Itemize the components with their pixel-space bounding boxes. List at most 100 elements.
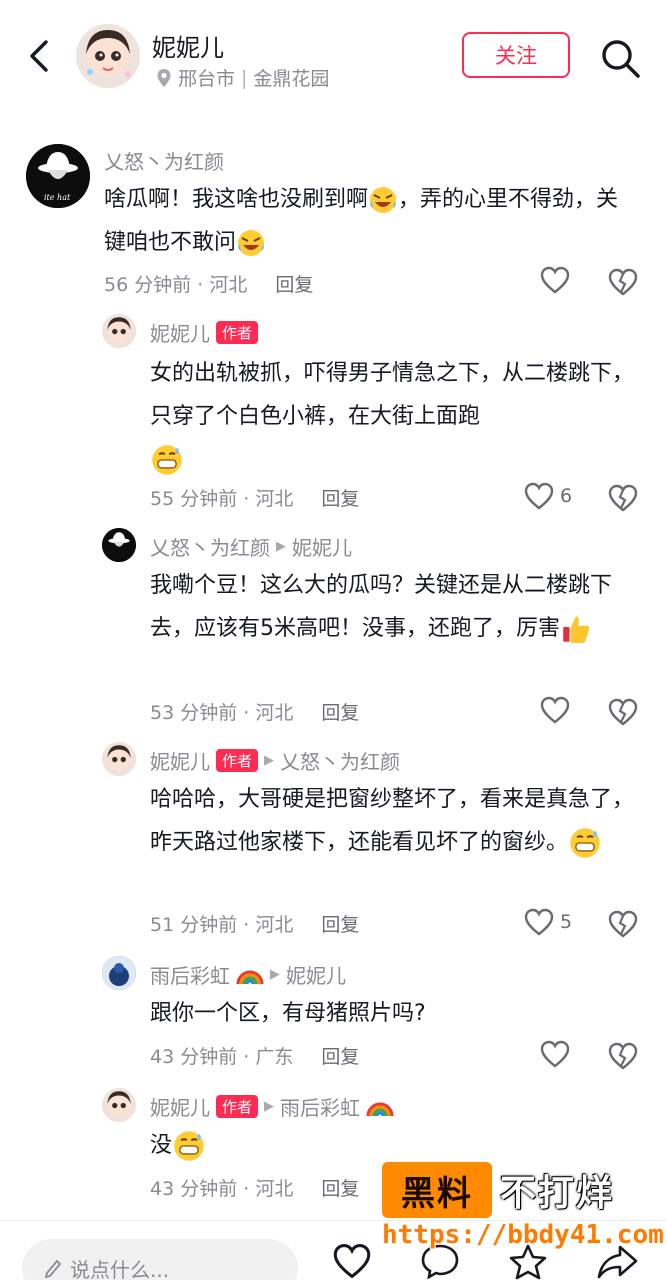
author-location: 邢台市 | 金鼎花园 [156, 64, 329, 91]
commenter-name-row: 乂怒丶为红颜 ▶ 妮妮儿 [150, 532, 352, 561]
thumbs-up-emoji-icon [563, 616, 590, 643]
location-place: 金鼎花园 [253, 68, 330, 90]
comment-input-placeholder: 说点什么... [70, 1257, 170, 1280]
commenter-name[interactable]: 妮妮儿 [150, 1092, 210, 1121]
commenter-avatar[interactable] [102, 956, 136, 990]
commenter-avatar[interactable] [102, 742, 136, 776]
heart-icon [540, 696, 570, 724]
like-button[interactable] [540, 1040, 576, 1068]
heart-icon [540, 1040, 570, 1068]
comment-text-part: 女的出轨被抓，吓得男子情急之下，从二楼跳下，只穿了个白色小裤，在大街上面跑 [150, 361, 635, 429]
reply-to-arrow-icon: ▶ [264, 753, 275, 768]
heart-icon[interactable] [332, 1243, 372, 1279]
comment-meta: 55 分钟前 · 河北 回复 [150, 484, 359, 511]
reply-button[interactable]: 回复 [321, 484, 359, 511]
comment-time-location: 43 分钟前 · 河北 [150, 1178, 294, 1200]
comment-meta: 51 分钟前 · 河北 回复 [150, 910, 359, 937]
grin-sweat-emoji-icon [174, 1131, 204, 1161]
comment-text-part: 啥瓜啊！我这啥也没刷到啊 [104, 187, 369, 212]
comment-meta: 43 分钟前 · 河北 回复 [150, 1174, 359, 1201]
broken-heart-icon[interactable] [608, 1042, 638, 1070]
rainbow-emoji-icon [366, 1102, 394, 1116]
watermark-url: https://bbdy41.com [382, 1220, 664, 1250]
broken-heart-icon[interactable] [608, 484, 638, 512]
comment-text-part: 没 [150, 1133, 173, 1158]
comment-time-location: 53 分钟前 · 河北 [150, 702, 294, 724]
reply-to-name[interactable]: 妮妮儿 [292, 532, 352, 561]
reply-button[interactable]: 回复 [321, 698, 359, 725]
comment-text: 跟你一个区，有母猪照片吗? [150, 1001, 426, 1026]
commenter-name-row: 妮妮儿 作者 ▶ 乂怒丶为红颜 [150, 746, 400, 775]
watermark-box-text: 黑料 [382, 1162, 492, 1218]
like-button[interactable]: 5 [524, 908, 572, 936]
author-badge: 作者 [216, 749, 259, 772]
reply-to-arrow-icon: ▶ [264, 1099, 275, 1114]
follow-button[interactable]: 关注 [462, 32, 570, 78]
comment-time-location: 56 分钟前 · 河北 [104, 274, 248, 296]
like-count: 6 [560, 485, 573, 507]
comment-text: 啥瓜啊！我这啥也没刷到啊 ，弄的心里不得劲，关键咱也不敢问 [104, 178, 634, 264]
reply-to-name[interactable]: 乂怒丶为红颜 [280, 746, 400, 775]
reply-to-arrow-icon: ▶ [276, 539, 286, 554]
comment-text: 女的出轨被抓，吓得男子情急之下，从二楼跳下，只穿了个白色小裤，在大街上面跑 [150, 352, 638, 481]
top-bar: 妮妮儿 邢台市 | 金鼎花园 关注 [0, 0, 666, 104]
reply-button[interactable]: 回复 [275, 270, 313, 297]
location-divider: | [241, 66, 248, 89]
commenter-avatar[interactable] [102, 528, 136, 562]
reply-button[interactable]: 回复 [321, 1174, 359, 1201]
svg-text:ite hat: ite hat [44, 193, 71, 202]
laughing-crying-emoji-icon [370, 187, 397, 213]
commenter-avatar[interactable]: ite hat [26, 144, 90, 208]
comment-input[interactable]: 说点什么... [22, 1239, 298, 1280]
like-button[interactable] [540, 266, 576, 294]
like-button[interactable] [540, 696, 576, 724]
commenter-name[interactable]: 乂怒丶为红颜 [104, 146, 224, 175]
watermark-side-text: 不打烊 [500, 1173, 615, 1214]
location-pin-icon [157, 68, 171, 87]
grin-sweat-emoji-icon [152, 445, 182, 475]
like-button[interactable]: 6 [524, 482, 572, 510]
pencil-icon [44, 1259, 62, 1278]
comment-text-part: 哈哈哈，大哥硬是把窗纱整坏了，看来是真急了，昨天路过他家楼下，还能看见坏了的窗纱… [150, 787, 635, 855]
author-badge: 作者 [216, 1095, 259, 1118]
commenter-avatar[interactable] [102, 314, 136, 348]
heart-icon [524, 482, 554, 510]
rainbow-emoji-icon [236, 970, 264, 984]
location-city: 邢台市 [178, 68, 236, 90]
heart-icon [540, 266, 570, 294]
broken-heart-icon[interactable] [608, 698, 638, 726]
comment-time-location: 43 分钟前 · 广东 [150, 1046, 294, 1068]
comment-time-location: 55 分钟前 · 河北 [150, 488, 294, 510]
grin-sweat-emoji-icon [570, 828, 600, 858]
comment-meta: 53 分钟前 · 河北 回复 [150, 698, 359, 725]
laughing-crying-emoji-icon [238, 230, 265, 256]
heart-icon [524, 908, 554, 936]
like-count: 5 [560, 911, 573, 933]
back-arrow-icon[interactable] [22, 36, 62, 76]
commenter-name-row: 雨后彩虹 ▶ 妮妮儿 [150, 960, 346, 989]
reply-to-name[interactable]: 妮妮儿 [286, 960, 346, 989]
commenter-name[interactable]: 妮妮儿 [150, 746, 210, 775]
commenter-name[interactable]: 乂怒丶为红颜 [150, 532, 270, 561]
author-name[interactable]: 妮妮儿 [152, 28, 224, 63]
broken-heart-icon[interactable] [608, 910, 638, 938]
commenter-name[interactable]: 妮妮儿 [150, 318, 210, 347]
comment-meta: 56 分钟前 · 河北 回复 [104, 270, 313, 297]
watermark: 黑料 不打烊 https://bbdy41.com [382, 1162, 664, 1262]
commenter-name-row: 妮妮儿 作者 [150, 318, 259, 347]
comment-text-part: 我嘞个豆！这么大的瓜吗？关键还是从二楼跳下去，应该有5米高吧！没事，还跑了，厉害 [150, 573, 613, 641]
comment-meta: 43 分钟前 · 广东 回复 [150, 1042, 359, 1069]
comment-text: 没 [150, 1124, 638, 1167]
comment-time-location: 51 分钟前 · 河北 [150, 914, 294, 936]
commenter-name-row: 妮妮儿 作者 ▶ 雨后彩虹 [150, 1092, 394, 1121]
broken-heart-icon[interactable] [608, 268, 638, 296]
reply-to-name[interactable]: 雨后彩虹 [280, 1092, 360, 1121]
author-badge: 作者 [216, 321, 259, 344]
reply-button[interactable]: 回复 [321, 1042, 359, 1069]
commenter-name[interactable]: 雨后彩虹 [150, 960, 230, 989]
comment-text: 我嘞个豆！这么大的瓜吗？关键还是从二楼跳下去，应该有5米高吧！没事，还跑了，厉害 [150, 564, 638, 650]
commenter-avatar[interactable] [102, 1088, 136, 1122]
author-avatar[interactable] [76, 24, 140, 88]
reply-button[interactable]: 回复 [321, 910, 359, 937]
search-icon[interactable] [598, 36, 642, 80]
